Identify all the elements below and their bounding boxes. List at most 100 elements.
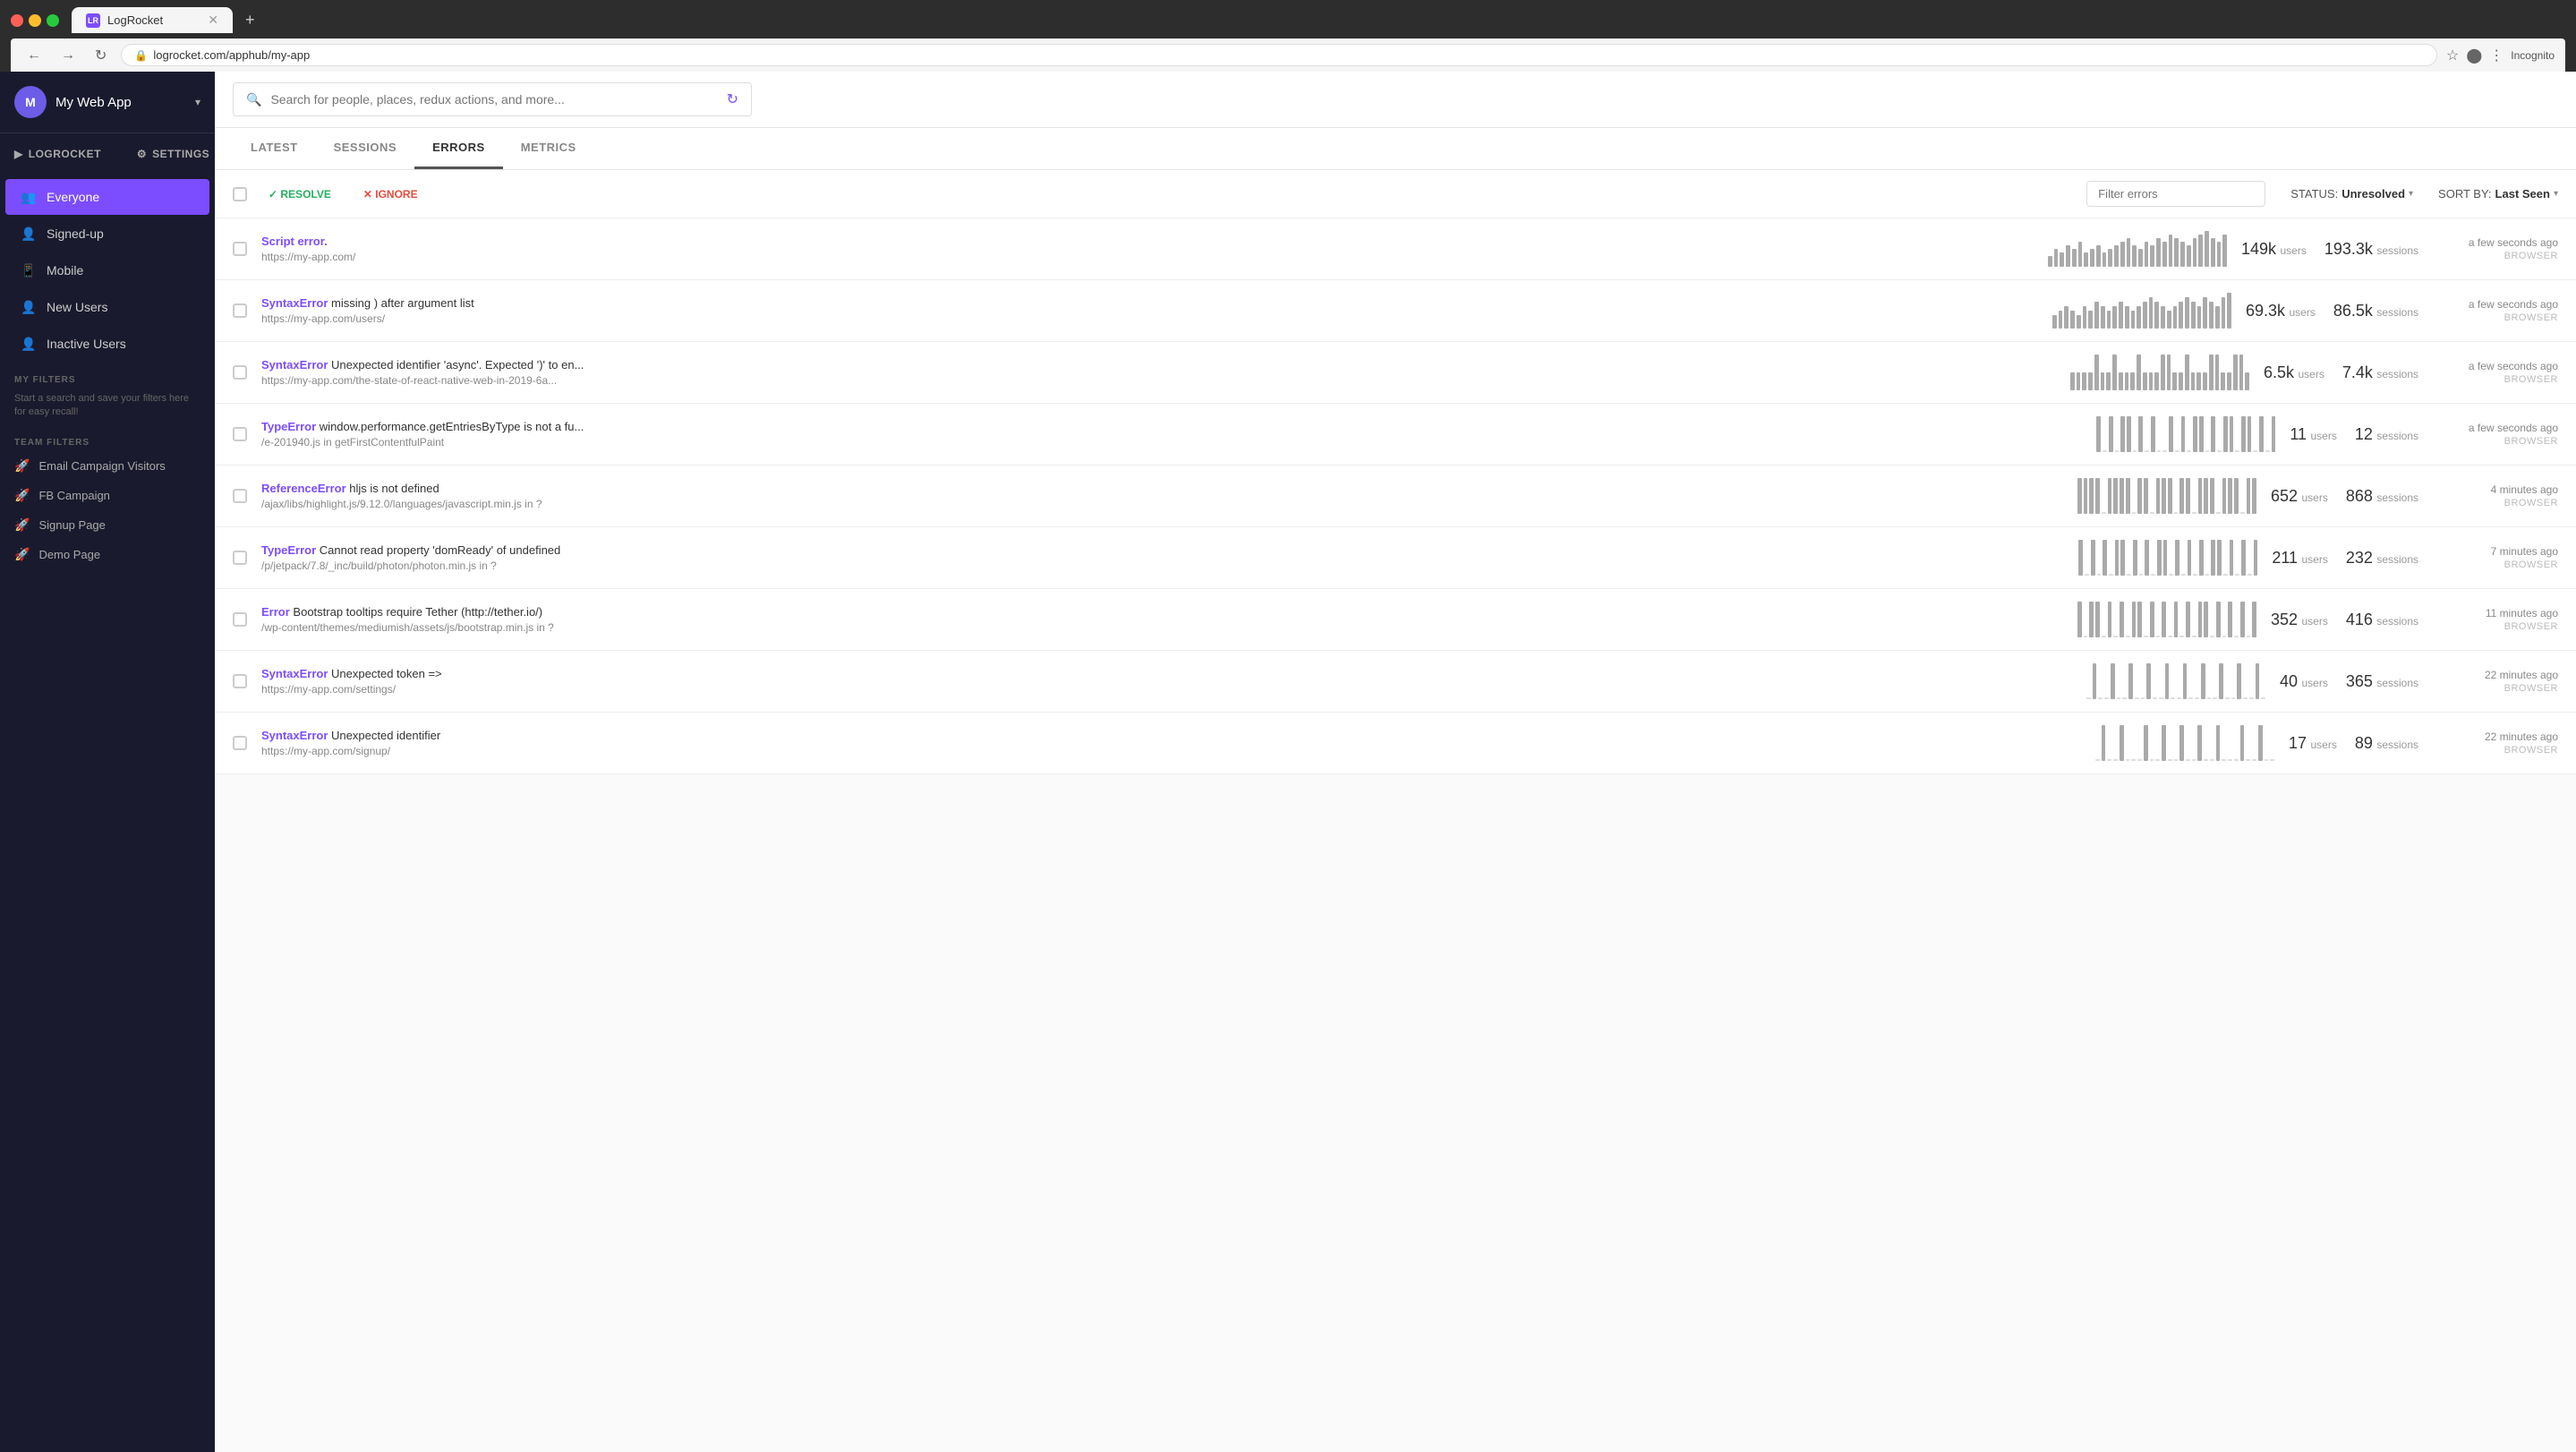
error-checkbox-3[interactable] xyxy=(233,427,247,441)
error-time: 22 minutes ago xyxy=(2433,669,2558,681)
chart-bar xyxy=(2127,574,2131,576)
table-row[interactable]: SyntaxError Unexpected identifier https:… xyxy=(215,713,2576,774)
sidebar-item-new-users[interactable]: 👤 New Users xyxy=(5,289,209,325)
users-stat: 17 users xyxy=(2289,734,2337,753)
chart-bar xyxy=(2064,306,2068,329)
error-time: 11 minutes ago xyxy=(2433,607,2558,619)
chart-bar xyxy=(2209,354,2213,390)
url-input[interactable]: 🔒 logrocket.com/apphub/my-app xyxy=(121,44,2437,66)
resolve-button[interactable]: ✓ RESOLVE xyxy=(258,183,342,206)
tab-metrics[interactable]: METRICS xyxy=(503,128,594,169)
chart-bar xyxy=(2217,540,2222,576)
chart-bar xyxy=(2070,311,2075,329)
sidebar-item-mobile[interactable]: 📱 Mobile xyxy=(5,252,209,288)
sidebar-app-name: My Web App xyxy=(55,95,186,110)
table-row[interactable]: TypeError window.performance.getEntriesB… xyxy=(215,404,2576,465)
table-row[interactable]: ReferenceError hljs is not defined /ajax… xyxy=(215,465,2576,527)
sidebar-item-fb-campaign[interactable]: 🚀 FB Campaign xyxy=(0,481,215,510)
error-url: https://my-app.com/settings/ xyxy=(261,683,2072,696)
chart-bar xyxy=(2103,252,2107,267)
status-select[interactable]: STATUS: Unresolved ▾ xyxy=(2290,187,2413,201)
tab-sessions[interactable]: SESSIONS xyxy=(316,128,414,169)
chart-bar xyxy=(2167,311,2171,329)
back-button[interactable]: ← xyxy=(21,46,47,65)
chart-bar xyxy=(2145,540,2149,576)
sidebar-item-signed-up[interactable]: 👤 Signed-up xyxy=(5,216,209,252)
table-row[interactable]: SyntaxError missing ) after argument lis… xyxy=(215,280,2576,342)
table-row[interactable]: Script error. https://my-app.com/ 149k u… xyxy=(215,218,2576,280)
chart-bar xyxy=(2150,602,2154,637)
table-row[interactable]: Error Bootstrap tooltips require Tether … xyxy=(215,589,2576,651)
chart-bar xyxy=(2120,478,2124,514)
chart-bar xyxy=(2230,540,2234,576)
chart-bar xyxy=(2161,354,2165,390)
error-info-7: SyntaxError Unexpected token => https://… xyxy=(261,667,2072,696)
select-all-checkbox[interactable] xyxy=(233,187,247,201)
error-title: TypeError Cannot read property 'domReady… xyxy=(261,543,2064,557)
chart-bar xyxy=(2078,242,2083,267)
errors-container: ✓ RESOLVE ✕ IGNORE STATUS: Unresolved ▾ … xyxy=(215,170,2576,1452)
error-checkbox-0[interactable] xyxy=(233,242,247,256)
chart-bar xyxy=(2127,238,2131,267)
error-checkbox-4[interactable] xyxy=(233,489,247,503)
mobile-icon: 📱 xyxy=(20,261,38,279)
chart-bar xyxy=(2169,416,2173,452)
sidebar-item-inactive-users[interactable]: 👤 Inactive Users xyxy=(5,326,209,362)
error-checkbox-6[interactable] xyxy=(233,612,247,627)
sidebar-item-signup-page[interactable]: 🚀 Signup Page xyxy=(0,510,215,540)
table-row[interactable]: SyntaxError Unexpected identifier 'async… xyxy=(215,342,2576,404)
refresh-icon[interactable]: ↻ xyxy=(727,90,738,108)
sidebar-main-filters: 👥 Everyone 👤 Signed-up 📱 Mobile 👤 New Us… xyxy=(0,175,215,366)
sidebar-item-email-campaign[interactable]: 🚀 Email Campaign Visitors xyxy=(0,451,215,481)
chart-bar xyxy=(2205,450,2210,452)
active-tab[interactable]: LR LogRocket ✕ xyxy=(72,7,233,33)
error-checkbox-7[interactable] xyxy=(233,674,247,688)
sidebar-item-demo-page[interactable]: 🚀 Demo Page xyxy=(0,540,215,569)
chart-bar xyxy=(2107,759,2111,761)
forward-button[interactable]: → xyxy=(55,46,81,65)
tab-close-button[interactable]: ✕ xyxy=(208,13,218,28)
menu-button[interactable]: ⋮ xyxy=(2489,47,2503,64)
chart-bar xyxy=(2234,636,2239,637)
chart-bar xyxy=(2222,478,2227,514)
table-row[interactable]: TypeError Cannot read property 'domReady… xyxy=(215,527,2576,589)
maximize-dot[interactable] xyxy=(47,14,59,27)
sidebar-item-everyone[interactable]: 👥 Everyone xyxy=(5,179,209,215)
filter-errors-input[interactable] xyxy=(2086,181,2265,207)
ignore-button[interactable]: ✕ IGNORE xyxy=(353,183,429,206)
error-stats: 11 users 12 sessions xyxy=(2290,425,2418,444)
error-checkbox-5[interactable] xyxy=(233,551,247,565)
error-title: Error Bootstrap tooltips require Tether … xyxy=(261,605,2063,619)
error-checkbox-8[interactable] xyxy=(233,736,247,750)
extension-button[interactable]: ⬤ xyxy=(2466,47,2482,64)
bookmark-button[interactable]: ☆ xyxy=(2446,47,2459,64)
chart-bar xyxy=(2265,450,2270,452)
chart-bar xyxy=(2249,697,2254,699)
chart-bar xyxy=(2149,372,2154,390)
search-input[interactable] xyxy=(270,92,717,107)
error-checkbox-2[interactable] xyxy=(233,365,247,380)
chart-bar xyxy=(2108,478,2112,514)
mini-chart xyxy=(2077,478,2256,514)
table-row[interactable]: SyntaxError Unexpected token => https://… xyxy=(215,651,2576,713)
tab-errors[interactable]: ERRORS xyxy=(414,128,503,169)
sidebar-nav-settings[interactable]: ⚙ SETTINGS xyxy=(123,141,215,167)
sidebar-nav-logrocket[interactable]: ▶ LOGROCKET xyxy=(0,141,115,167)
sidebar-header[interactable]: M My Web App ▾ xyxy=(0,72,215,133)
users-label: users xyxy=(2301,553,2327,566)
chart-bar xyxy=(2048,256,2052,267)
chart-bar xyxy=(2222,235,2227,267)
tab-latest[interactable]: LATEST xyxy=(233,128,316,169)
sort-select[interactable]: SORT BY: Last Seen ▾ xyxy=(2438,187,2558,201)
team-filters-section-label: TEAM FILTERS xyxy=(0,429,215,451)
error-title: SyntaxError Unexpected token => xyxy=(261,667,2072,680)
error-message: Bootstrap tooltips require Tether (http:… xyxy=(293,605,542,619)
error-time: a few seconds ago xyxy=(2433,236,2558,249)
new-tab-button[interactable]: + xyxy=(238,7,262,33)
close-dot[interactable] xyxy=(11,14,23,27)
error-checkbox-1[interactable] xyxy=(233,303,247,318)
minimize-dot[interactable] xyxy=(29,14,41,27)
search-bar[interactable]: 🔍 ↻ xyxy=(233,82,752,116)
refresh-button[interactable]: ↻ xyxy=(90,45,112,66)
users-stat: 652 users xyxy=(2271,487,2328,506)
